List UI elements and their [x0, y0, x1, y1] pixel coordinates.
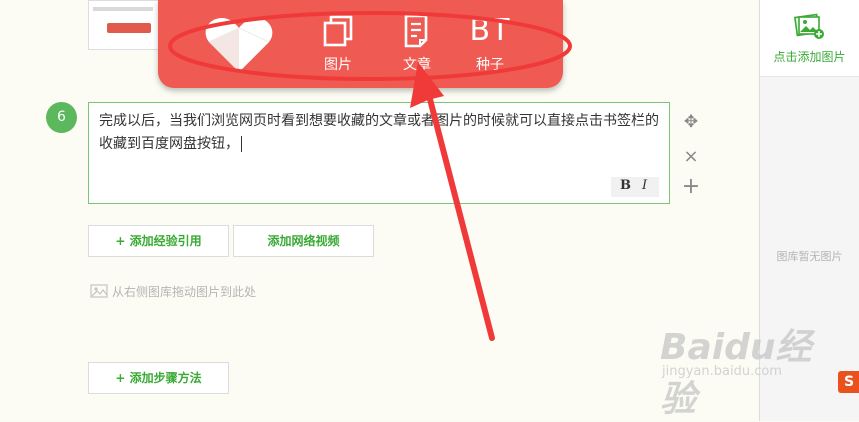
library-empty-label: 图库暂无图片	[776, 250, 843, 263]
add-icon[interactable]: +	[681, 176, 701, 198]
add-image-area[interactable]: 点击添加图片	[760, 0, 859, 77]
watermark-url: jingyan.baidu.com	[662, 364, 782, 379]
corner-sogou-logo[interactable]: S	[838, 371, 859, 393]
step-number-badge: 6	[46, 102, 77, 133]
popup-item-torrent[interactable]: BT 种子	[460, 14, 520, 74]
popup-item-article[interactable]: 文章	[387, 14, 447, 74]
baidu-jingyan-watermark: Baidu经验 jingyan.baidu.com	[660, 318, 820, 420]
previous-step-image-thumbnail[interactable]	[88, 0, 160, 50]
popup-item-article-label: 文章	[403, 57, 431, 73]
drag-image-hint: 从右侧图库拖动图片到此处	[90, 283, 256, 300]
format-toolbar: B I	[611, 177, 659, 197]
popup-item-image-label: 图片	[324, 57, 352, 73]
move-icon[interactable]: ✥	[681, 112, 701, 132]
text-caret	[241, 136, 242, 152]
bold-button[interactable]: B	[620, 178, 631, 193]
bt-text-icon: BT	[469, 13, 511, 48]
add-experience-reference-button[interactable]: + 添加经验引用	[88, 225, 229, 257]
step-text-editor[interactable]: 完成以后，当我们浏览网页时看到想要收藏的文章或者图片的时候就可以直接点击书签栏的…	[88, 102, 670, 204]
image-frame-icon	[323, 15, 353, 47]
thumbnail-button-shape	[107, 23, 151, 33]
popup-item-image[interactable]: 图片	[308, 14, 368, 74]
step-text: 完成以后，当我们浏览网页时看到想要收藏的文章或者图片的时候就可以直接点击书签栏的…	[99, 113, 659, 152]
step-text-content[interactable]: 完成以后，当我们浏览网页时看到想要收藏的文章或者图片的时候就可以直接点击书签栏的…	[99, 110, 664, 156]
heart-logo-icon[interactable]	[204, 16, 274, 74]
add-web-video-button[interactable]: 添加网络视频	[233, 225, 374, 257]
drag-image-hint-text: 从右侧图库拖动图片到此处	[112, 285, 257, 299]
baidu-pan-bookmark-popup: 图片 文章 BT 种子	[158, 0, 563, 88]
document-icon	[404, 14, 428, 48]
image-add-icon	[794, 13, 824, 39]
popup-item-torrent-label: 种子	[476, 57, 504, 73]
delete-icon[interactable]: ×	[681, 146, 701, 167]
add-step-method-button[interactable]: + 添加步骤方法	[88, 362, 229, 394]
italic-button[interactable]: I	[642, 178, 647, 193]
image-placeholder-icon	[90, 284, 108, 298]
add-image-label[interactable]: 点击添加图片	[760, 48, 859, 65]
thumbnail-bar	[93, 7, 153, 11]
